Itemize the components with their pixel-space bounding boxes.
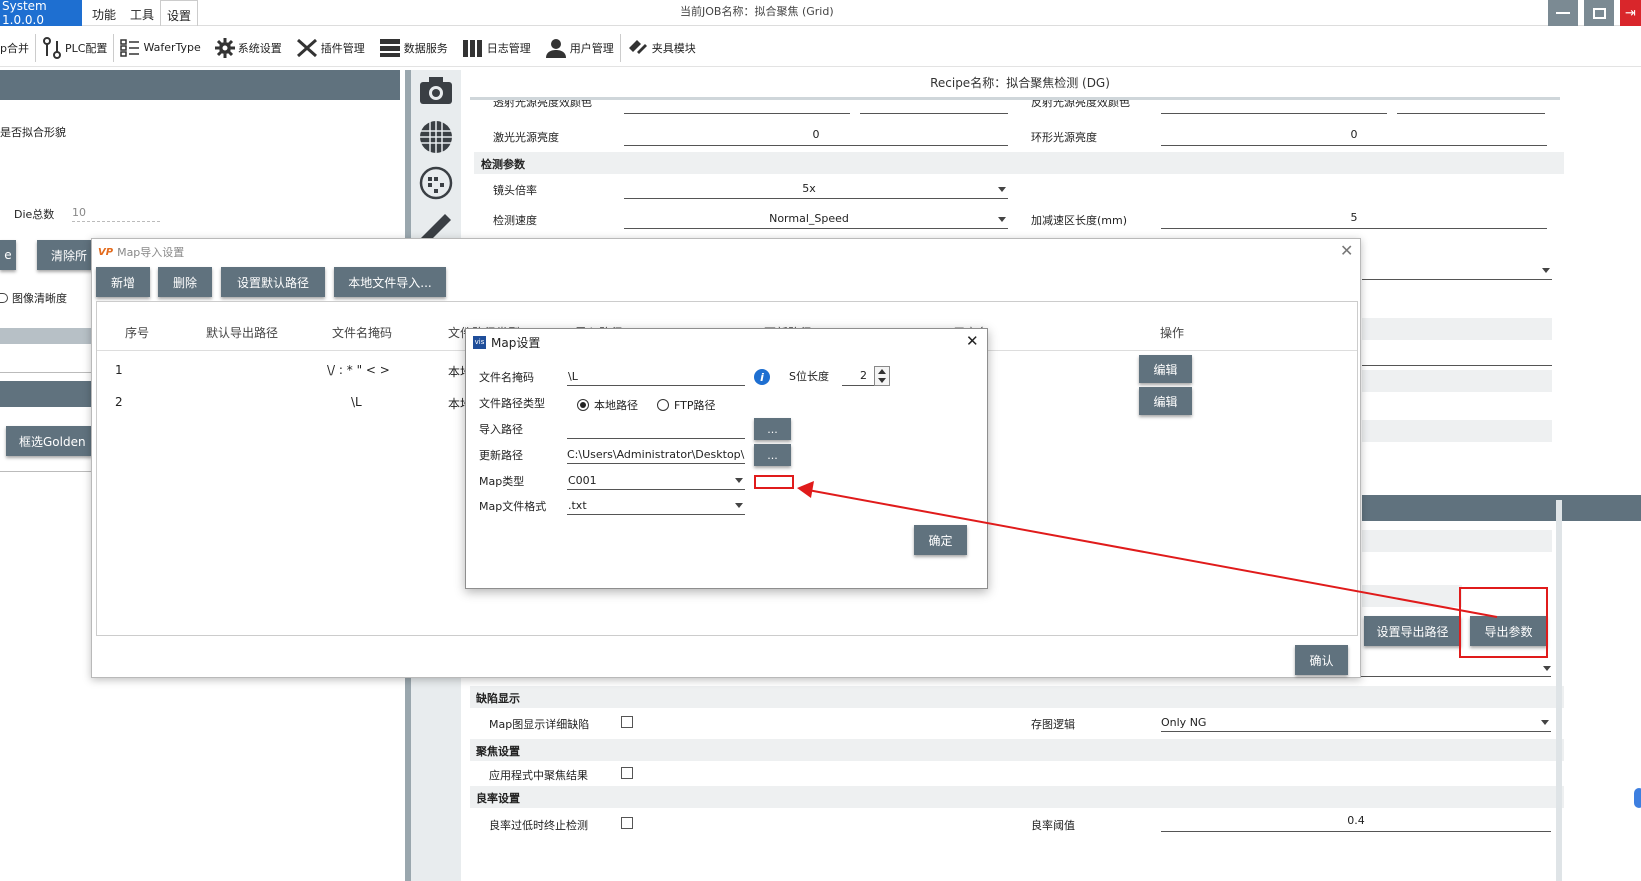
annotation-arrow [797, 481, 1498, 618]
